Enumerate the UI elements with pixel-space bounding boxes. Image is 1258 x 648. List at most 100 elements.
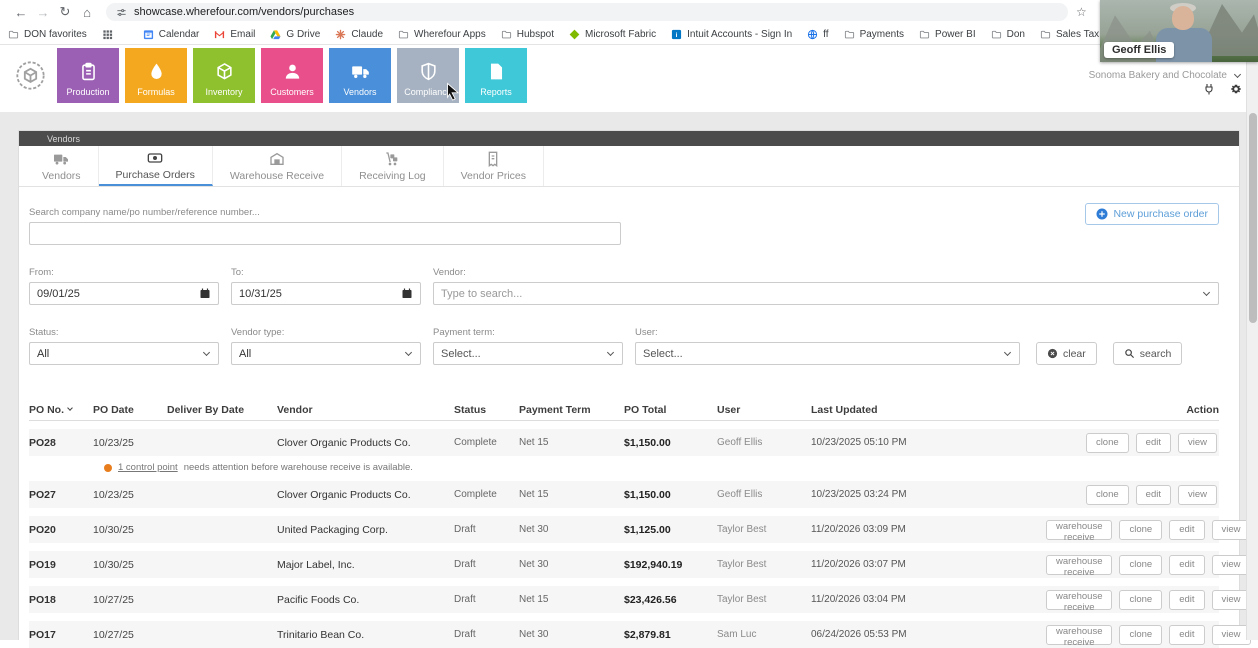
bookmark-label: Payments [860, 29, 904, 40]
view-button[interactable]: view [1178, 433, 1217, 453]
nav-tile-formulas[interactable]: Formulas [125, 48, 187, 103]
view-button[interactable]: view [1212, 555, 1251, 575]
status-select[interactable]: All [29, 342, 219, 365]
cell-po-date: 10/27/25 [93, 629, 167, 641]
bookmark-payments[interactable]: Payments [844, 29, 904, 40]
bookmark-ff[interactable]: ff [807, 29, 828, 40]
chevron-down-icon [203, 349, 210, 356]
bookmark-email[interactable]: Email [214, 29, 255, 40]
clone-button[interactable]: clone [1119, 520, 1162, 540]
cell-po-total: $23,426.56 [624, 594, 717, 606]
calendar-icon[interactable] [401, 287, 413, 300]
dolly-icon [384, 151, 400, 167]
warehouse-receive-button[interactable]: warehouse receive [1046, 590, 1112, 610]
home-icon[interactable]: ⌂ [76, 5, 98, 20]
vendors-page: Vendors VendorsPurchase OrdersWarehouse … [18, 130, 1240, 640]
tab-vendors[interactable]: Vendors [25, 146, 99, 186]
from-date-input[interactable]: 09/01/25 [29, 282, 219, 305]
clone-button[interactable]: clone [1086, 485, 1129, 505]
cell-user: Sam Luc [717, 629, 811, 640]
forward-icon[interactable]: → [32, 5, 54, 20]
svg-text:i: i [676, 31, 678, 38]
view-button[interactable]: view [1212, 520, 1251, 540]
wherefour-logo-icon[interactable] [15, 60, 46, 91]
nav-tile-reports[interactable]: Reports [465, 48, 527, 103]
clone-button[interactable]: clone [1119, 625, 1162, 645]
bookmark-claude[interactable]: Claude [335, 29, 383, 40]
bookmark-power-bi[interactable]: Power BI [919, 29, 976, 40]
warehouse-receive-button[interactable]: warehouse receive [1046, 520, 1112, 540]
bookmark-don[interactable]: Don [991, 29, 1025, 40]
bookmark-don-favorites[interactable]: DON favorites [8, 29, 87, 40]
edit-button[interactable]: edit [1169, 590, 1204, 610]
search-button[interactable]: search [1113, 342, 1183, 365]
tab-vendor-prices[interactable]: Vendor Prices [444, 146, 544, 186]
nav-tile-inventory[interactable]: Inventory [193, 48, 255, 103]
bookmark-hubspot[interactable]: Hubspot [501, 29, 554, 40]
to-date-input[interactable]: 10/31/25 [231, 282, 421, 305]
vendor-search-select[interactable]: Type to search... [433, 282, 1219, 305]
control-point-link[interactable]: 1 control point [118, 462, 178, 473]
column-header-user[interactable]: User [717, 404, 811, 416]
column-header-payment-term[interactable]: Payment Term [519, 404, 624, 416]
warehouse-receive-button[interactable]: warehouse receive [1046, 555, 1112, 575]
nav-tile-customers[interactable]: Customers [261, 48, 323, 103]
scrollbar-thumb[interactable] [1249, 113, 1257, 323]
folder-icon [844, 29, 855, 40]
company-selector[interactable]: Sonoma Bakery and Chocolate [1089, 70, 1242, 81]
vendor-type-select[interactable]: All [231, 342, 421, 365]
settings-gear-icon[interactable] [1230, 83, 1242, 95]
view-button[interactable]: view [1212, 625, 1251, 645]
edit-button[interactable]: edit [1169, 625, 1204, 645]
table-row-po27: PO2710/23/25Clover Organic Products Co.C… [29, 481, 1219, 508]
bookmark-star-icon[interactable]: ☆ [1076, 5, 1087, 19]
view-button[interactable]: view [1178, 485, 1217, 505]
tab-receiving-log[interactable]: Receiving Log [342, 146, 444, 186]
cell-payment-term: Net 30 [519, 559, 624, 570]
edit-button[interactable]: edit [1169, 555, 1204, 575]
tab-purchase-orders[interactable]: Purchase Orders [99, 146, 213, 186]
address-bar[interactable]: showcase.wherefour.com/vendors/purchases [106, 3, 1068, 21]
bookmark-g-drive[interactable]: G Drive [270, 29, 320, 40]
edit-button[interactable]: edit [1136, 433, 1171, 453]
calendar-icon[interactable] [199, 287, 211, 300]
back-icon[interactable]: ← [10, 5, 32, 20]
clone-button[interactable]: clone [1086, 433, 1129, 453]
clone-button[interactable]: clone [1119, 590, 1162, 610]
edit-button[interactable]: edit [1136, 485, 1171, 505]
bookmark-microsoft-fabric[interactable]: Microsoft Fabric [569, 29, 656, 40]
column-header-last-updated[interactable]: Last Updated [811, 404, 1046, 416]
search-input[interactable] [29, 222, 621, 245]
bookmark-wherefour-apps[interactable]: Wherefour Apps [398, 29, 486, 40]
edit-button[interactable]: edit [1169, 520, 1204, 540]
site-settings-icon[interactable] [116, 7, 127, 18]
warehouse-receive-button[interactable]: warehouse receive [1046, 625, 1112, 645]
column-header-po-total[interactable]: PO Total [624, 404, 717, 416]
bookmark-sales-tax[interactable]: Sales Tax [1040, 29, 1099, 40]
bookmark-calendar[interactable]: Calendar [143, 29, 200, 40]
view-button[interactable]: view [1212, 590, 1251, 610]
bookmark-item[interactable] [102, 29, 113, 40]
column-header-po-no[interactable]: PO No. [29, 404, 93, 416]
clone-button[interactable]: clone [1119, 555, 1162, 575]
nav-tile-vendors[interactable]: Vendors [329, 48, 391, 103]
clear-button[interactable]: clear [1036, 342, 1097, 365]
user-select[interactable]: Select... [635, 342, 1020, 365]
column-header-deliver-by-date[interactable]: Deliver By Date [167, 404, 277, 416]
tab-warehouse-receive[interactable]: Warehouse Receive [213, 146, 342, 186]
column-header-status[interactable]: Status [454, 404, 519, 416]
column-header-action[interactable]: Action [1046, 404, 1219, 416]
cell-last-updated: 11/20/2026 03:04 PM [811, 594, 1046, 605]
bookmark-intuit-accounts-sign-in[interactable]: iIntuit Accounts - Sign In [671, 29, 792, 40]
nav-tile-production[interactable]: Production [57, 48, 119, 103]
column-header-vendor[interactable]: Vendor [277, 404, 454, 416]
tab-label: Purchase Orders [116, 169, 195, 181]
new-purchase-order-button[interactable]: New purchase order [1085, 203, 1219, 225]
integrations-plug-icon[interactable] [1203, 83, 1215, 95]
column-header-po-date[interactable]: PO Date [93, 404, 167, 416]
payment-term-select[interactable]: Select... [433, 342, 623, 365]
scrollbar[interactable] [1246, 45, 1258, 640]
reload-icon[interactable]: ↻ [54, 4, 76, 20]
nav-tile-compliance[interactable]: Compliance [397, 48, 459, 103]
column-header-label: Vendor [277, 404, 313, 416]
